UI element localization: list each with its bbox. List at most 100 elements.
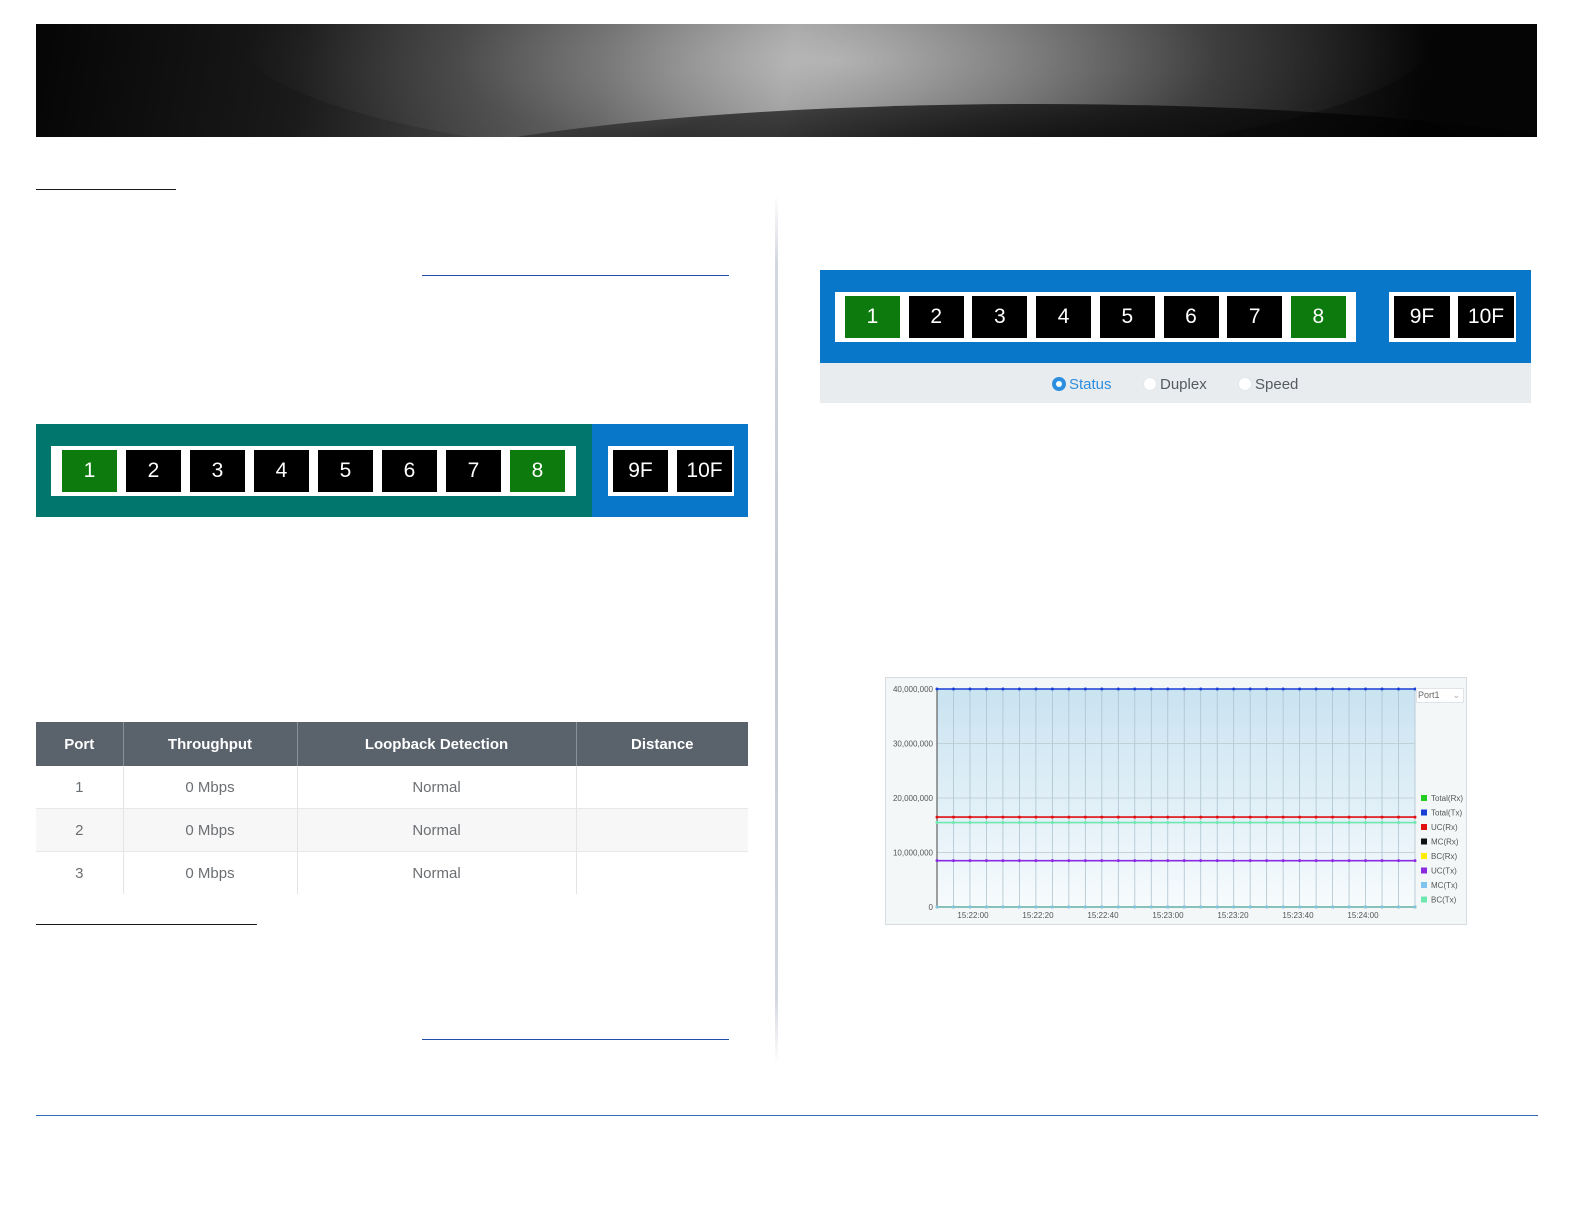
series-point (1050, 687, 1054, 691)
series-point (935, 859, 939, 863)
chevron-down-icon: ⌄ (1452, 690, 1460, 700)
series-point (1380, 821, 1384, 825)
series-point (1050, 859, 1054, 863)
series-point (1397, 815, 1401, 819)
legend-label: MC(Tx) (1431, 881, 1458, 890)
series-point (1397, 821, 1401, 825)
legend-swatch (1421, 882, 1427, 888)
series-point (984, 905, 988, 909)
series-point (1083, 815, 1087, 819)
series-point (968, 821, 972, 825)
series-point (1133, 905, 1137, 909)
series-point (984, 859, 988, 863)
series-point (1413, 859, 1417, 863)
series-point (1397, 859, 1401, 863)
series-point (1248, 905, 1252, 909)
series-point (1182, 815, 1186, 819)
series-point (1314, 821, 1318, 825)
series-point (951, 821, 955, 825)
series-point (1215, 859, 1219, 863)
series-point (1281, 687, 1285, 691)
series-point (1034, 905, 1038, 909)
x-tick-label: 15:22:00 (957, 911, 989, 920)
series-point (1232, 687, 1236, 691)
series-point (1149, 859, 1153, 863)
series-point (1248, 859, 1252, 863)
series-point (1166, 687, 1170, 691)
series-point (1100, 905, 1104, 909)
series-point (1116, 905, 1120, 909)
series-point (1050, 815, 1054, 819)
legend-swatch (1421, 838, 1427, 845)
series-point (1331, 905, 1335, 909)
series-point (1380, 859, 1384, 863)
series-point (1133, 821, 1137, 825)
x-tick-label: 15:23:00 (1152, 911, 1184, 920)
series-point (1034, 815, 1038, 819)
series-point (1067, 905, 1071, 909)
x-tick-label: 15:22:20 (1022, 911, 1054, 920)
series-point (1331, 687, 1335, 691)
series-point (1413, 815, 1417, 819)
legend-label: MC(Rx) (1431, 838, 1459, 847)
series-point (1347, 815, 1351, 819)
series-point (1281, 859, 1285, 863)
series-point (1281, 821, 1285, 825)
series-point (1364, 859, 1368, 863)
series-point (1314, 905, 1318, 909)
series-point (984, 815, 988, 819)
series-point (1199, 905, 1203, 909)
series-point (951, 815, 955, 819)
x-tick-label: 15:22:40 (1087, 911, 1119, 920)
series-point (951, 859, 955, 863)
series-point (1413, 905, 1417, 909)
legend-label: Total(Tx) (1431, 809, 1462, 818)
series-point (1100, 859, 1104, 863)
series-point (1364, 821, 1368, 825)
series-point (968, 687, 972, 691)
series-point (1166, 905, 1170, 909)
series-point (1364, 687, 1368, 691)
series-point (1281, 905, 1285, 909)
series-point (1298, 821, 1302, 825)
port-select-dropdown[interactable]: Port1 ⌄ (1416, 688, 1464, 703)
series-point (1248, 687, 1252, 691)
series-point (1298, 905, 1302, 909)
traffic-chart-plot: 0 10,000,000 20,000,000 30,000,000 40,000,00… (893, 685, 1463, 920)
series-point (1314, 815, 1318, 819)
series-point (935, 687, 939, 691)
series-point (1232, 905, 1236, 909)
series-point (1001, 905, 1005, 909)
legend-swatch (1421, 896, 1427, 903)
series-point (1199, 859, 1203, 863)
series-point (1017, 687, 1021, 691)
series-point (1215, 687, 1219, 691)
series-point (1347, 821, 1351, 825)
series-point (1331, 821, 1335, 825)
series-point (1067, 859, 1071, 863)
series-point (1100, 687, 1104, 691)
series-point (1199, 821, 1203, 825)
series-point (1149, 687, 1153, 691)
series-point (1397, 905, 1401, 909)
legend-swatch (1421, 795, 1427, 801)
legend-label: UC(Rx) (1431, 823, 1458, 832)
series-point (1182, 859, 1186, 863)
series-point (1133, 687, 1137, 691)
series-point (1182, 821, 1186, 825)
x-tick-label: 15:23:40 (1282, 911, 1314, 920)
series-point (1232, 821, 1236, 825)
series-point (968, 815, 972, 819)
series-point (951, 687, 955, 691)
series-point (1133, 815, 1137, 819)
series-point (1380, 815, 1384, 819)
series-point (1314, 687, 1318, 691)
series-point (1034, 687, 1038, 691)
legend-swatch (1421, 824, 1427, 830)
legend-label: UC(Tx) (1431, 867, 1457, 876)
series-point (1265, 821, 1269, 825)
series-point (1314, 859, 1318, 863)
y-tick-label: 40,000,000 (893, 685, 934, 694)
series-point (1001, 815, 1005, 819)
series-point (1182, 905, 1186, 909)
